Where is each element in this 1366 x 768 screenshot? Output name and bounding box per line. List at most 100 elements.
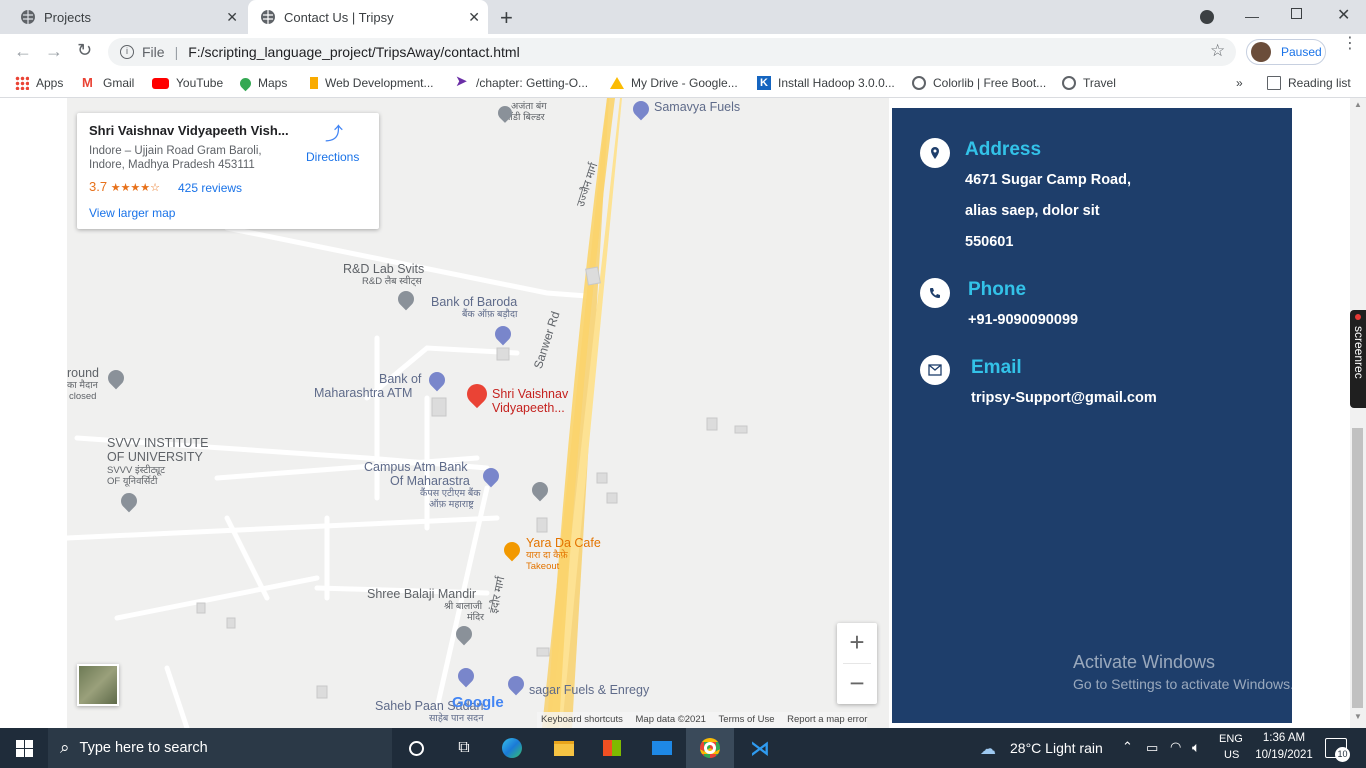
taskbar-search-box[interactable]: ⌕ Type here to search <box>48 728 392 768</box>
satellite-toggle-thumbnail[interactable] <box>77 664 119 706</box>
bookmark-maps[interactable]: Maps <box>237 75 288 91</box>
info-icon[interactable]: i <box>120 45 134 59</box>
map-label-bob-hi: बैंक ऑफ़ बड़ौदा <box>462 309 518 320</box>
map-label-yara[interactable]: Yara Da Cafe <box>526 536 601 550</box>
directions-icon[interactable]: ⤴ <box>325 125 343 145</box>
map-label-svv-2[interactable]: Vidyapeeth... <box>492 401 565 415</box>
map-label-svvv-2[interactable]: OF UNIVERSITY <box>107 450 203 464</box>
tab-contact-us[interactable]: Contact Us | Tripsy ✕ <box>248 0 488 34</box>
address-bar[interactable]: i File | F:/scripting_language_project/T… <box>108 38 1236 66</box>
google-logo: Google <box>452 694 504 711</box>
bookmark-star-icon[interactable]: ☆ <box>1210 41 1225 61</box>
map-label-bom[interactable]: Bank of <box>379 372 421 386</box>
tab-search-icon[interactable] <box>1200 10 1214 24</box>
restore-icon[interactable] <box>1291 8 1302 19</box>
bookmark-apps[interactable]: Apps <box>15 76 63 90</box>
forward-icon[interactable]: → <box>45 41 63 62</box>
bookmark-chapter[interactable]: ➤ /chapter: Getting-O... <box>455 74 588 90</box>
screenrec-widget[interactable]: screenrec <box>1350 310 1366 408</box>
bookmark-label: My Drive - Google... <box>631 76 738 90</box>
edge-icon[interactable] <box>488 728 536 768</box>
directions-link[interactable]: Directions <box>306 150 359 164</box>
vscode-icon[interactable]: ⋊ <box>736 728 784 768</box>
show-hidden-icons[interactable]: ⌃ <box>1122 739 1133 755</box>
phone-number[interactable]: +91-9090090099 <box>968 312 1078 328</box>
close-tab-icon[interactable]: ✕ <box>468 9 480 26</box>
volume-icon[interactable]: 🔈︎ <box>1192 739 1200 756</box>
scroll-down-icon[interactable]: ▼ <box>1354 712 1362 721</box>
weather-cloud-icon: ☁ <box>980 741 996 758</box>
cortana-icon[interactable] <box>392 728 440 768</box>
reading-list-button[interactable]: Reading list <box>1267 76 1351 90</box>
search-placeholder: Type here to search <box>79 740 208 756</box>
mail-app-icon[interactable] <box>638 728 686 768</box>
map-label-bom-2[interactable]: Maharashtra ATM <box>314 386 412 400</box>
report-error-link[interactable]: Report a map error <box>787 714 867 725</box>
map-label-rd-lab[interactable]: R&D Lab Svits <box>343 262 424 276</box>
clock-time[interactable]: 1:36 AM <box>1254 732 1314 744</box>
store-icon[interactable] <box>588 728 636 768</box>
map-label-samavya[interactable]: Samavya Fuels <box>654 100 740 114</box>
bookmark-gmail[interactable]: M Gmail <box>82 76 134 91</box>
battery-icon[interactable]: ▭ <box>1146 740 1158 756</box>
map-label-campus[interactable]: Campus Atm Bank <box>364 460 468 474</box>
bookmark-label: Colorlib | Free Boot... <box>933 76 1047 90</box>
language-us[interactable]: US <box>1224 749 1239 761</box>
windows-start-icon[interactable] <box>0 728 48 768</box>
rating-value: 3.7 <box>89 179 108 194</box>
menu-icon[interactable]: ⋮ <box>1342 36 1358 52</box>
close-tab-icon[interactable]: ✕ <box>226 9 238 26</box>
chrome-icon[interactable] <box>686 728 734 768</box>
email-address[interactable]: tripsy-Support@gmail.com <box>971 390 1157 406</box>
zoom-out-button[interactable]: − <box>837 664 877 704</box>
bookmark-colorlib[interactable]: Colorlib | Free Boot... <box>912 76 1046 90</box>
tab-projects[interactable]: Projects ✕ <box>8 0 246 34</box>
task-view-icon[interactable]: ⧉ <box>440 728 488 768</box>
bookmark-travel[interactable]: Travel <box>1062 76 1116 90</box>
new-tab-icon[interactable]: + <box>500 5 513 31</box>
view-larger-map-link[interactable]: View larger map <box>89 206 175 220</box>
weather-text[interactable]: 28°C Light rain <box>1010 740 1103 756</box>
keyboard-shortcuts-link[interactable]: Keyboard shortcuts <box>541 714 623 725</box>
map-label-campus-2[interactable]: Of Maharastra <box>390 474 470 488</box>
scroll-up-icon[interactable]: ▲ <box>1354 100 1362 109</box>
file-label: File <box>142 44 165 60</box>
clock-date[interactable]: 10/19/2021 <box>1250 749 1318 761</box>
back-icon[interactable]: ← <box>14 41 32 62</box>
browser-toolbar: ← → ↻ i File | F:/scripting_language_pro… <box>0 34 1366 70</box>
address-line: alias saep, dolor sit <box>965 203 1100 219</box>
globe-icon <box>912 76 926 90</box>
map-label-balaji[interactable]: Shree Balaji Mandir <box>367 587 476 601</box>
reload-icon[interactable]: ↻ <box>77 40 92 61</box>
map-label-sagar[interactable]: sagar Fuels & Enregy <box>529 683 649 697</box>
page-scrollbar[interactable]: ▲ ▼ <box>1350 98 1366 728</box>
minimize-icon[interactable]: — <box>1245 8 1259 24</box>
more-bookmarks-icon[interactable]: » <box>1236 76 1243 90</box>
bookmark-web-development[interactable]: Web Development... <box>310 76 434 90</box>
terms-link[interactable]: Terms of Use <box>719 714 775 725</box>
profile-button[interactable]: Paused <box>1246 39 1326 65</box>
bookmark-youtube[interactable]: YouTube <box>152 76 223 90</box>
globe-icon <box>261 10 275 24</box>
bookmark-my-drive[interactable]: My Drive - Google... <box>610 76 738 90</box>
file-explorer-icon[interactable] <box>540 728 588 768</box>
reviews-link[interactable]: 425 reviews <box>178 181 242 195</box>
map-label-svv[interactable]: Shri Vaishnav <box>492 387 568 401</box>
google-map-embed[interactable]: Samavya Fuels अजंता बंग बॉडी बिल्डर उज्ज… <box>67 98 889 728</box>
apps-grid-icon <box>15 76 29 90</box>
address-title: Address <box>965 139 1042 160</box>
notification-center-icon[interactable]: 10 <box>1325 738 1350 762</box>
map-label-bank-of-baroda[interactable]: Bank of Baroda <box>431 295 517 309</box>
zoom-in-button[interactable]: + <box>837 623 877 663</box>
reading-list-label: Reading list <box>1288 76 1351 90</box>
wifi-icon[interactable]: ◠ <box>1170 739 1181 755</box>
url-text[interactable]: F:/scripting_language_project/TripsAway/… <box>188 44 520 60</box>
map-label-svvv[interactable]: SVVV INSTITUTE <box>107 436 208 450</box>
scroll-thumb[interactable] <box>1352 428 1363 708</box>
bookmark-install-hadoop[interactable]: K Install Hadoop 3.0.0... <box>757 76 895 90</box>
youtube-icon <box>152 77 169 89</box>
bookmark-label: Maps <box>258 76 288 90</box>
language-eng[interactable]: ENG <box>1219 733 1243 745</box>
close-window-icon[interactable]: ✕ <box>1337 5 1350 25</box>
page-content: Samavya Fuels अजंता बंग बॉडी बिल्डर उज्ज… <box>0 98 1366 728</box>
